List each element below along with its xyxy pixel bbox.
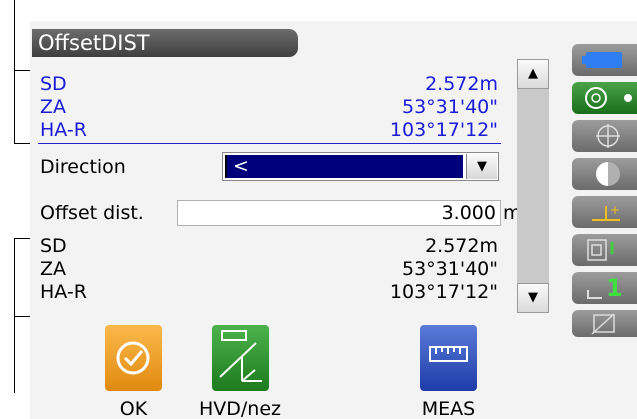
direction-dropdown-button[interactable]: ▼ — [466, 154, 497, 179]
annotation-line-top-v2 — [14, 70, 15, 144]
direction-select[interactable]: < ▼ — [222, 152, 499, 181]
svg-text:+: + — [610, 203, 620, 217]
edit-status-button[interactable] — [572, 310, 637, 337]
scrollbar[interactable]: ▲ ▼ — [517, 59, 549, 313]
half-circle-status-button[interactable] — [572, 158, 637, 190]
chevron-up-icon: ▲ — [528, 66, 538, 81]
crosshair-status-button[interactable] — [572, 120, 637, 152]
bottom-har-label: HA-R — [40, 281, 87, 303]
chevron-down-icon: ▼ — [528, 290, 538, 305]
target-icon — [585, 87, 632, 109]
battery-icon — [582, 52, 622, 68]
prism-icon — [587, 239, 614, 261]
scroll-up-button[interactable]: ▲ — [517, 59, 549, 89]
top-har-row: HA-R 103°17'12" — [40, 118, 498, 142]
ruler-icon — [429, 346, 468, 362]
bottom-za-value: 53°31'40" — [402, 258, 498, 280]
half-circle-icon — [596, 162, 620, 186]
checkmark-circle-icon — [116, 341, 150, 375]
channel-number: 1 — [606, 274, 623, 302]
prism-status-button[interactable] — [572, 234, 637, 266]
hvd-nez-label: HVD/nez — [198, 398, 282, 419]
scroll-track[interactable] — [517, 89, 549, 283]
bottom-har-row: HA-R 103°17'12" — [40, 280, 498, 304]
level-status-button[interactable]: + — [572, 196, 637, 228]
top-sd-row: SD 2.572m — [40, 72, 498, 96]
channel-icon — [587, 290, 602, 299]
status-sidebar: + 1 — [572, 21, 637, 419]
window-title: OffsetDIST — [32, 29, 298, 57]
bottom-har-value: 103°17'12" — [389, 281, 498, 303]
scroll-down-button[interactable]: ▼ — [517, 283, 549, 313]
bottom-za-row: ZA 53°31'40" — [40, 257, 498, 281]
bottom-sd-value: 2.572m — [425, 235, 498, 257]
annotation-line-top-v — [14, 0, 15, 71]
meas-label: MEAS — [421, 398, 476, 419]
offset-row: Offset dist. — [40, 201, 180, 225]
direction-selected-value: < — [225, 155, 463, 178]
edit-icon — [591, 313, 615, 335]
meas-button[interactable] — [420, 325, 477, 391]
bottom-za-label: ZA — [40, 258, 67, 280]
top-za-label: ZA — [40, 96, 67, 118]
level-icon: + — [592, 203, 620, 221]
top-sd-label: SD — [40, 73, 67, 95]
bottom-sd-label: SD — [40, 235, 67, 257]
chevron-down-icon: ▼ — [477, 159, 487, 174]
offset-label: Offset dist. — [40, 202, 144, 224]
ok-label: OK — [119, 398, 148, 419]
direction-label: Direction — [40, 156, 126, 178]
offset-dist-input[interactable]: 3.000 — [177, 200, 501, 226]
crosshair-icon — [596, 124, 620, 148]
bottom-sd-row: SD 2.572m — [40, 234, 498, 258]
ok-button[interactable] — [105, 325, 162, 391]
hvd-nez-button[interactable] — [212, 325, 269, 391]
hvd-nez-icon — [219, 330, 262, 382]
channel-status-button[interactable]: 1 — [572, 272, 637, 304]
divider — [38, 143, 501, 144]
top-har-value: 103°17'12" — [389, 119, 498, 141]
top-sd-value: 2.572m — [425, 73, 498, 95]
target-status-button[interactable] — [572, 82, 637, 114]
direction-row: Direction — [40, 155, 220, 179]
top-har-label: HA-R — [40, 119, 87, 141]
battery-status-button[interactable] — [572, 44, 637, 76]
instrument-screen: OffsetDIST SD 2.572m ZA 53°31'40" HA-R 1… — [30, 21, 637, 419]
top-za-value: 53°31'40" — [402, 96, 498, 118]
top-za-row: ZA 53°31'40" — [40, 95, 498, 119]
